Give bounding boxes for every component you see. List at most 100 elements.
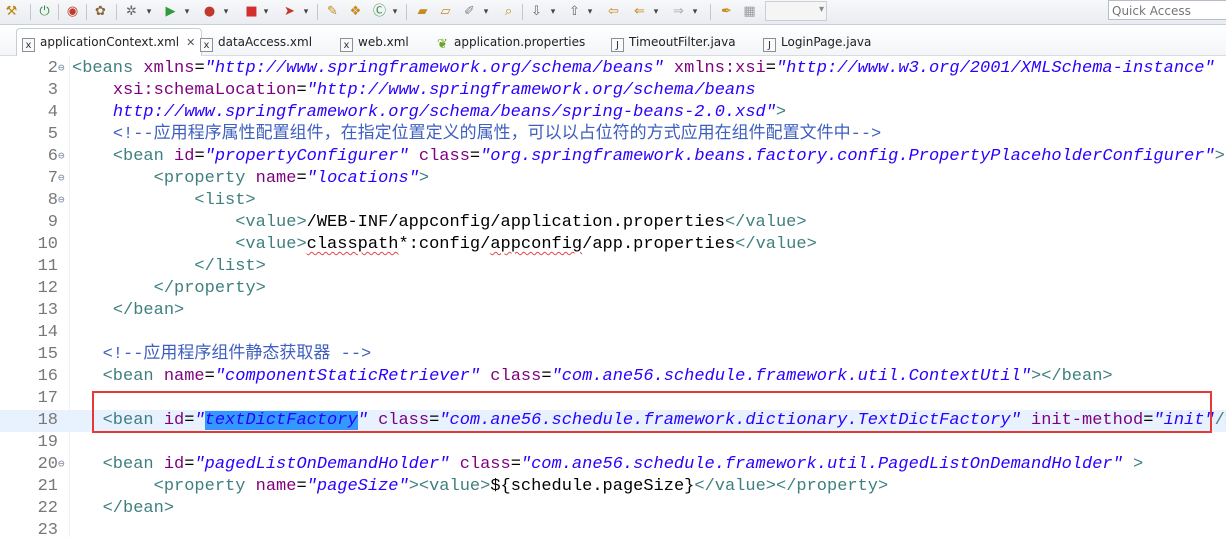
properties-file-icon: ❦: [437, 37, 448, 52]
code-token: =: [296, 477, 307, 496]
chevron-down-icon[interactable]: ▾: [262, 4, 270, 20]
code-token: appconfig: [490, 235, 583, 254]
grid-icon[interactable]: ▦: [741, 3, 758, 20]
code-line[interactable]: 13 </bean>: [0, 300, 1226, 322]
code-line[interactable]: 23: [0, 520, 1226, 537]
chevron-down-icon[interactable]: ▾: [652, 4, 660, 20]
run-icon[interactable]: ▶: [162, 3, 179, 20]
code-line[interactable]: 9 <value>/WEB-INF/appconfig/application.…: [0, 212, 1226, 234]
code-line[interactable]: 16 <bean name="componentStaticRetriever"…: [0, 366, 1226, 388]
close-icon[interactable]: ✕: [186, 36, 195, 49]
code-line[interactable]: 18 <bean id="textDictFactory" class="com…: [0, 410, 1226, 432]
chevron-down-icon[interactable]: ▾: [302, 4, 310, 20]
code-token: class: [490, 367, 542, 386]
open-folder-icon[interactable]: ▱: [437, 3, 454, 20]
code-line[interactable]: 2 ⊖ <beans xmlns="http://www.springframewo…: [0, 58, 1226, 80]
code-token: ><value>: [408, 477, 491, 496]
code-line[interactable]: 19: [0, 432, 1226, 454]
open-type-icon[interactable]: Ⓒ: [371, 3, 388, 20]
new-class-icon[interactable]: ✎: [324, 3, 341, 20]
fold-toggle-icon[interactable]: ⊖: [58, 190, 68, 212]
code-line[interactable]: 22 </bean>: [0, 498, 1226, 520]
code-token: =: [469, 147, 481, 166]
chevron-down-icon[interactable]: ▾: [391, 4, 399, 20]
folder-open-icon[interactable]: ▰: [414, 3, 431, 20]
code-line[interactable]: 15 <!--应用程序组件静态获取器 -->: [0, 344, 1226, 366]
code-token: id: [163, 455, 185, 474]
external-tools-icon[interactable]: ➤: [281, 3, 298, 20]
code-text: <list>: [72, 190, 255, 212]
next-annotation-icon[interactable]: ⇩: [528, 3, 545, 20]
bug-icon[interactable]: ✲: [123, 3, 140, 20]
fold-toggle-icon[interactable]: ⊖: [58, 168, 68, 190]
code-line[interactable]: 7 ⊖ <property name="locations">: [0, 168, 1226, 190]
code-token: =: [296, 81, 307, 100]
pencil-icon[interactable]: ✐: [461, 3, 478, 20]
code-line[interactable]: 11 </list>: [0, 256, 1226, 278]
stop-icon[interactable]: ■: [243, 3, 260, 20]
code-token: "http://www.springframework.org/schema/b…: [204, 59, 664, 78]
code-line[interactable]: 8 ⊖ <list>: [0, 190, 1226, 212]
back-icon[interactable]: ⇐: [631, 3, 648, 20]
code-text: <property name="locations">: [72, 168, 429, 190]
line-number: 7: [47, 169, 58, 188]
chevron-down-icon[interactable]: ▾: [145, 4, 153, 20]
tab-web-xml[interactable]: x web.xml: [340, 31, 409, 53]
code-editor[interactable]: 2 ⊖ <beans xmlns="http://www.springframewo…: [0, 56, 1226, 537]
code-line[interactable]: 3 xsi:schemaLocation="http://www.springf…: [0, 80, 1226, 102]
tab-timeout-filter[interactable]: J TimeoutFilter.java: [611, 31, 736, 53]
server-icon[interactable]: ◉: [64, 3, 81, 20]
code-line[interactable]: 10 <value>classpath*:config/appconfig/ap…: [0, 234, 1226, 256]
chevron-down-icon[interactable]: ▾: [222, 4, 230, 20]
tab-application-properties[interactable]: ❦ application.properties: [436, 31, 585, 53]
prev-annotation-icon[interactable]: ⇧: [566, 3, 583, 20]
toolbar-separator: [58, 4, 59, 20]
tab-application-context[interactable]: x applicationContext.xml ✕: [16, 28, 203, 56]
forward-icon[interactable]: ⇒: [670, 3, 687, 20]
stop-debug-icon[interactable]: ⏻: [36, 3, 53, 20]
code-line[interactable]: 20 ⊖ <bean id="pagedListOnDemandHolder" c…: [0, 454, 1226, 476]
chevron-down-icon[interactable]: ▾: [586, 4, 594, 20]
fold-toggle-icon[interactable]: ⊖: [58, 58, 68, 80]
build-icon[interactable]: ⚒: [3, 3, 20, 20]
code-line[interactable]: 17: [0, 388, 1226, 410]
tab-login-page[interactable]: J LoginPage.java: [763, 31, 871, 53]
xml-file-icon: x: [340, 38, 353, 52]
code-line[interactable]: 14: [0, 322, 1226, 344]
pin-icon[interactable]: ✒: [718, 3, 735, 20]
chevron-down-icon[interactable]: ▾: [691, 4, 699, 20]
chevron-down-icon[interactable]: ▾: [482, 4, 490, 20]
search-icon[interactable]: ⌕: [500, 3, 517, 20]
line-number: 4: [47, 103, 58, 122]
code-token: =: [184, 411, 195, 430]
chevron-down-icon[interactable]: ▾: [183, 4, 191, 20]
code-line[interactable]: 12 </property>: [0, 278, 1226, 300]
debug-icon[interactable]: ✿: [92, 3, 109, 20]
code-line[interactable]: 6 ⊖ <bean id="propertyConfigurer" class="…: [0, 146, 1226, 168]
fold-toggle-icon[interactable]: ⊖: [58, 146, 68, 168]
quick-access-input[interactable]: [1108, 0, 1226, 20]
fold-toggle-icon[interactable]: ⊖: [58, 454, 68, 476]
code-line[interactable]: 5 <!--应用程序属性配置组件，在指定位置定义的属性，可以以占位符的方式应用在…: [0, 124, 1226, 146]
code-token: name: [255, 477, 297, 496]
chevron-down-icon[interactable]: ▾: [549, 4, 557, 20]
tab-data-access[interactable]: x dataAccess.xml: [200, 31, 312, 53]
last-edit-icon[interactable]: ⇦: [605, 3, 622, 20]
code-line[interactable]: 4 http://www.springframework.org/schema/…: [0, 102, 1226, 124]
code-text: </list>: [72, 256, 265, 278]
package-icon[interactable]: ❖: [347, 3, 364, 20]
xml-file-icon: x: [200, 38, 213, 52]
code-token: </property>: [153, 279, 266, 298]
run-config-icon[interactable]: ●: [201, 3, 218, 20]
perspective-combo[interactable]: ▾: [765, 1, 827, 21]
code-line[interactable]: 21 <property name="pageSize"><value>${sc…: [0, 476, 1226, 498]
